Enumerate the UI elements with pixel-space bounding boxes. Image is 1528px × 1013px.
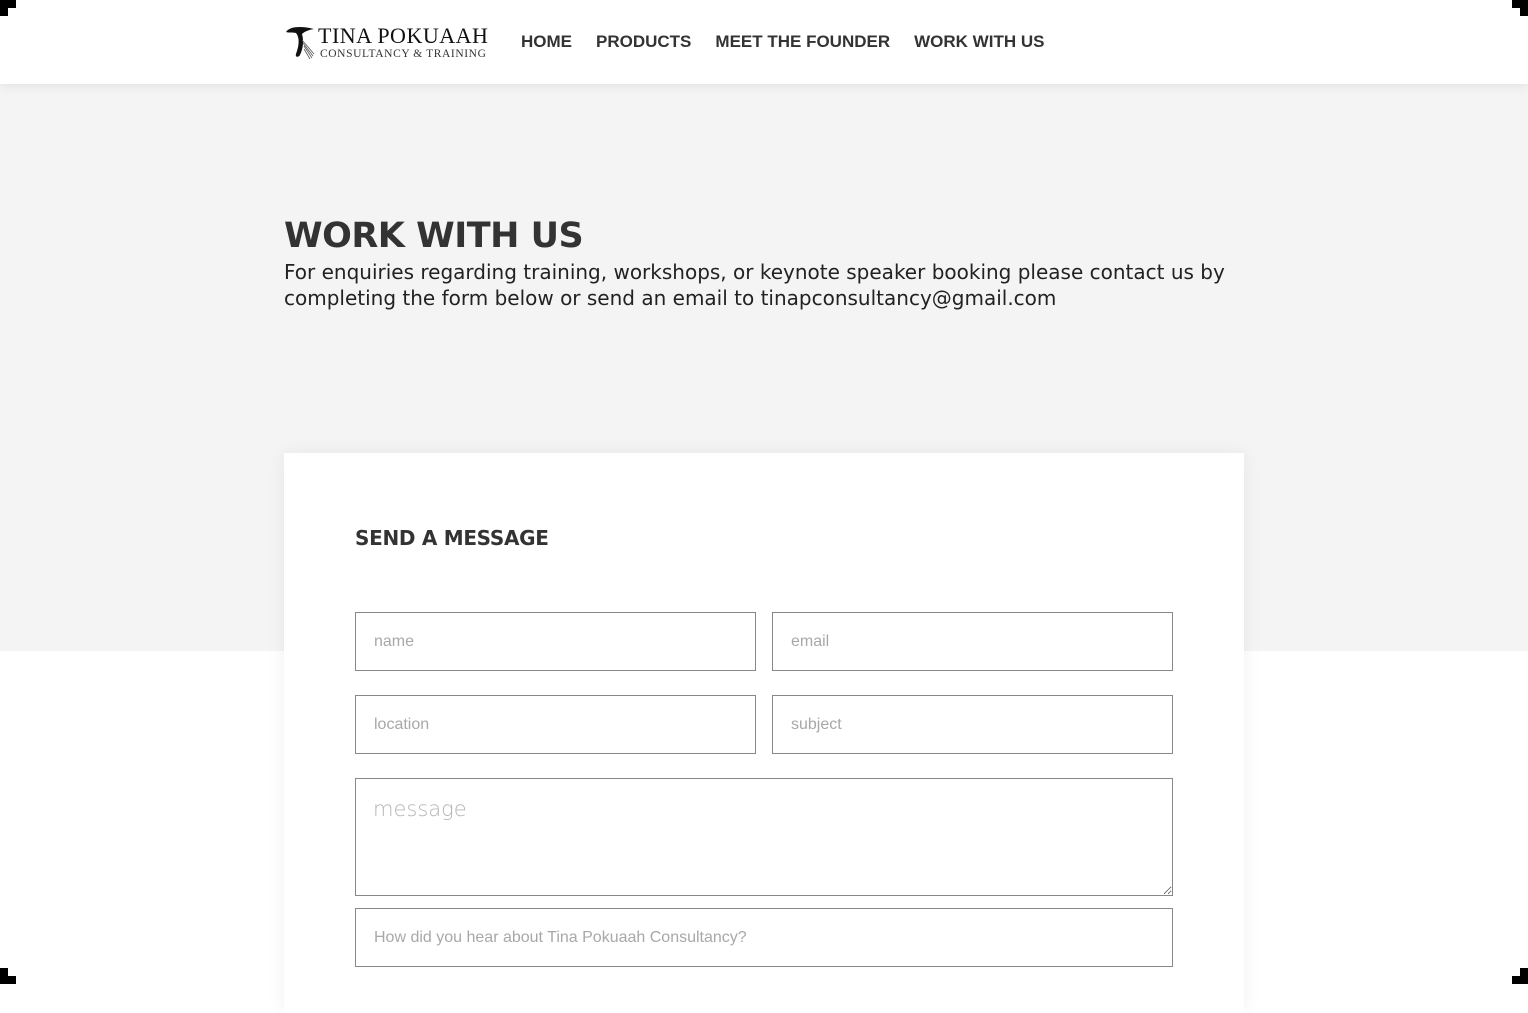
brand-name: TINA POKUAAH	[318, 24, 488, 48]
nav-item-work-with-us[interactable]: WORK WITH US	[914, 31, 1044, 53]
referral-source-input[interactable]	[355, 908, 1173, 967]
location-input[interactable]	[355, 695, 756, 754]
nav-item-meet-the-founder[interactable]: MEET THE FOUNDER	[715, 31, 890, 53]
corner-marker-top-right	[1512, 0, 1528, 16]
corner-marker-bottom-right	[1512, 968, 1528, 984]
corner-marker-bottom-left	[0, 968, 16, 984]
brand-tagline: CONSULTANCY & TRAINING	[320, 48, 486, 60]
corner-marker-top-left	[0, 0, 16, 16]
page-title: WORK WITH US	[284, 214, 583, 258]
contact-intro-text: For enquiries regarding training, worksh…	[284, 259, 1244, 311]
subject-input[interactable]	[772, 695, 1173, 754]
site-header: TINA POKUAAH CONSULTANCY & TRAINING HOME…	[0, 0, 1528, 84]
brand-logo-link[interactable]: TINA POKUAAH CONSULTANCY & TRAINING	[284, 22, 500, 62]
contact-form-card: SEND A MESSAGE	[284, 453, 1244, 1013]
email-input[interactable]	[772, 612, 1173, 671]
name-input[interactable]	[355, 612, 756, 671]
stylized-t-logo-icon	[284, 24, 316, 60]
message-textarea[interactable]	[355, 778, 1173, 896]
nav-item-home[interactable]: HOME	[521, 31, 572, 53]
form-title: SEND A MESSAGE	[355, 525, 549, 551]
nav-item-products[interactable]: PRODUCTS	[596, 31, 691, 53]
main-nav: HOME PRODUCTS MEET THE FOUNDER WORK WITH…	[521, 31, 1068, 53]
